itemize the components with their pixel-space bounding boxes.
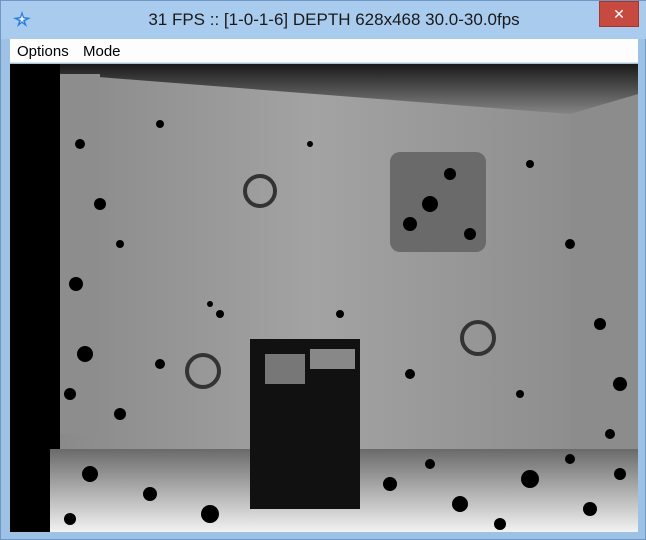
app-window: 31 FPS :: [1-0-1-6] DEPTH 628x468 30.0-3…	[0, 0, 646, 540]
menu-bar: Options Mode	[10, 39, 638, 63]
close-icon: ✕	[613, 6, 625, 22]
window-title: 31 FPS :: [1-0-1-6] DEPTH 628x468 30.0-3…	[148, 10, 520, 29]
depth-viewport[interactable]	[10, 64, 638, 532]
close-button[interactable]: ✕	[599, 1, 639, 27]
title-bar[interactable]: 31 FPS :: [1-0-1-6] DEPTH 628x468 30.0-3…	[1, 1, 646, 39]
depth-image	[10, 64, 638, 532]
menu-mode[interactable]: Mode	[83, 43, 121, 60]
menu-options[interactable]: Options	[17, 43, 69, 60]
